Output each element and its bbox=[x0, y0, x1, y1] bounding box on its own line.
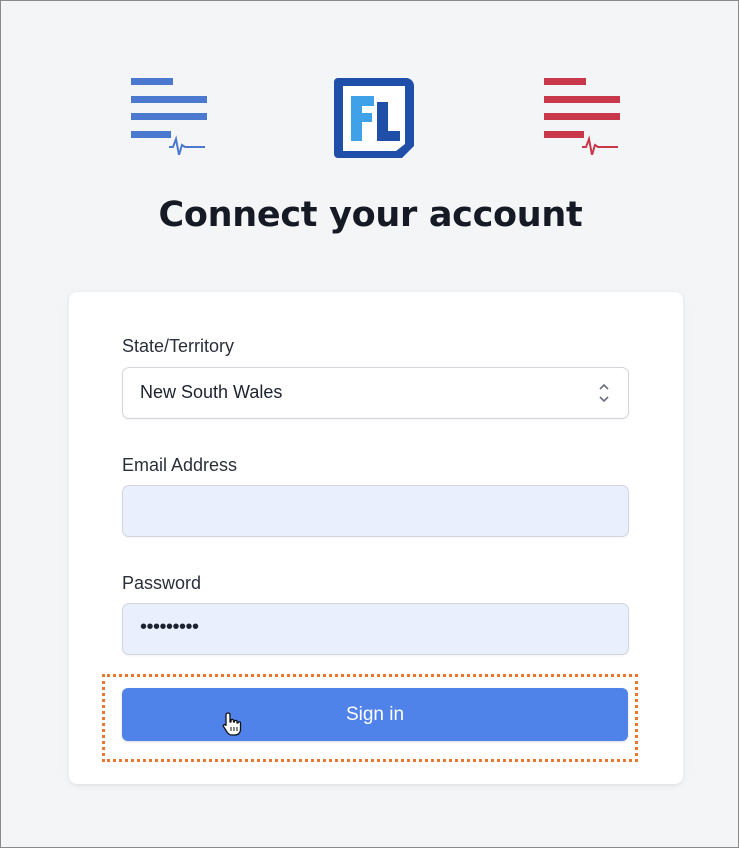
page-frame: Connect your account State/Territory New… bbox=[0, 0, 739, 848]
state-label: State/Territory bbox=[122, 336, 235, 356]
red-document-heartbeat-icon bbox=[544, 78, 620, 155]
state-select-value: New South Wales bbox=[140, 382, 283, 402]
hand-cursor-icon bbox=[222, 712, 242, 736]
password-field[interactable]: ••••••••• bbox=[122, 603, 629, 655]
page-title: Connect your account bbox=[158, 195, 583, 235]
email-field[interactable] bbox=[122, 485, 629, 537]
password-label: Password bbox=[122, 573, 202, 593]
chevron-up-down-icon bbox=[599, 383, 609, 403]
highlight-box bbox=[102, 674, 638, 762]
state-select[interactable]: New South Wales bbox=[122, 367, 629, 419]
password-field-value: ••••••••• bbox=[140, 616, 199, 638]
blue-document-heartbeat-icon bbox=[131, 78, 207, 155]
email-label: Email Address bbox=[122, 455, 238, 475]
fl-logo-icon bbox=[334, 78, 414, 158]
